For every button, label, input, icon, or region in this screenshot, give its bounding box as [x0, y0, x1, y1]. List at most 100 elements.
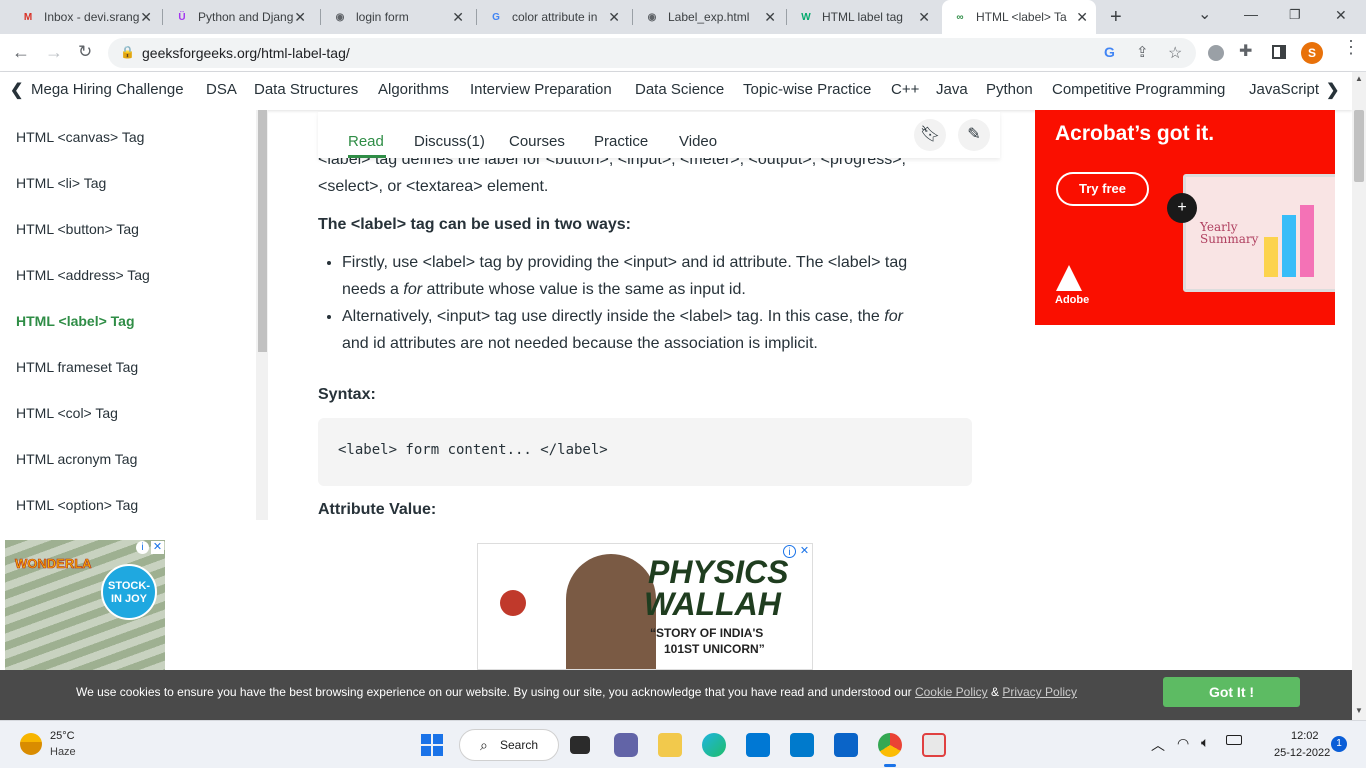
browser-tab[interactable]: Ü Python and Djang ✕	[164, 0, 314, 34]
back-icon[interactable]: ←	[12, 43, 30, 61]
wonderla-ad[interactable]: WONDERLA STOCK-IN JOY ✕ i	[5, 540, 165, 670]
side-panel-icon[interactable]	[1272, 45, 1286, 59]
mail-icon[interactable]	[834, 733, 858, 757]
browser-tab[interactable]: Gcolor attribute in ✕	[478, 0, 628, 34]
article-tab[interactable]: Courses	[509, 133, 565, 150]
browser-tab[interactable]: M Inbox - devi.srang ✕	[10, 0, 160, 34]
ad-close-icon[interactable]: ✕	[798, 545, 811, 558]
tab-close-icon[interactable]: ✕	[140, 9, 152, 26]
tab-close-icon[interactable]: ✕	[1076, 9, 1088, 26]
nav-item[interactable]: Mega Hiring Challenge	[31, 81, 184, 98]
nav-item[interactable]: JavaScript	[1249, 81, 1319, 98]
weather-desc[interactable]: Haze	[50, 746, 76, 758]
sidebar-item[interactable]: HTML <label> Tag	[16, 313, 135, 329]
tab-close-icon[interactable]: ✕	[608, 9, 620, 26]
nav-item[interactable]: Topic-wise Practice	[743, 81, 871, 98]
edit-pencil-icon[interactable]: ✎	[958, 119, 990, 151]
minimize-button[interactable]: —	[1244, 6, 1258, 22]
sidebar-item[interactable]: HTML acronym Tag	[16, 451, 137, 467]
tab-close-icon[interactable]: ✕	[452, 9, 464, 26]
article-tab[interactable]: Practice	[594, 133, 648, 150]
cookie-policy-link[interactable]: Cookie Policy	[915, 685, 988, 699]
ad-info-icon[interactable]: i	[783, 545, 796, 558]
microsoft-store-icon[interactable]	[746, 733, 770, 757]
chrome-icon[interactable]	[878, 733, 902, 757]
lock-icon[interactable]: 🔒	[120, 45, 135, 59]
edge-icon[interactable]	[702, 733, 726, 757]
sidebar-item[interactable]: HTML <button> Tag	[16, 221, 139, 237]
new-tab-button[interactable]: +	[1110, 6, 1122, 29]
sidebar-item[interactable]: HTML <li> Tag	[16, 175, 106, 191]
adobe-ad[interactable]: Acrobat’s got it. Try free Yearly Summar…	[1035, 110, 1335, 325]
sidebar-item[interactable]: HTML <col> Tag	[16, 405, 118, 421]
tab-search-icon[interactable]: ⌄	[1198, 4, 1211, 24]
nav-item[interactable]: Algorithms	[378, 81, 449, 98]
weather-icon[interactable]	[20, 733, 42, 755]
show-hidden-icons-chevron-icon[interactable]: ︿	[1151, 735, 1165, 755]
google-lens-icon[interactable]: G	[1104, 44, 1115, 60]
sidebar-item[interactable]: HTML <address> Tag	[16, 267, 150, 283]
start-windows-icon[interactable]	[421, 734, 443, 756]
scroll-up-arrow-icon[interactable]: ▲	[1355, 74, 1363, 83]
extension-g-icon[interactable]	[1208, 45, 1224, 61]
scroll-down-arrow-icon[interactable]: ▼	[1355, 706, 1363, 715]
article-tab[interactable]: Discuss(1)	[414, 133, 485, 150]
volume-icon[interactable]: 🔈︎	[1201, 734, 1209, 751]
try-free-button[interactable]: Try free	[1056, 172, 1149, 206]
nav-item[interactable]: Interview Preparation	[470, 81, 612, 98]
nav-item[interactable]: DSA	[206, 81, 237, 98]
bookmark-icon[interactable]: 🔖︎	[914, 119, 946, 151]
teams-chat-icon[interactable]	[614, 733, 638, 757]
sidebar-item[interactable]: HTML <option> Tag	[16, 497, 138, 513]
clock-date[interactable]: 25-12-2022	[1274, 747, 1330, 759]
tab-close-icon[interactable]: ✕	[294, 9, 306, 26]
ad-info-icon[interactable]: i	[136, 541, 149, 554]
weather-temp[interactable]: 25°C	[50, 730, 75, 742]
share-icon[interactable]: ⇪	[1136, 43, 1149, 61]
browser-tab[interactable]: ∞ HTML <label> Ta ✕	[942, 0, 1096, 34]
battery-icon[interactable]	[1226, 735, 1242, 745]
address-bar[interactable]: 🔒 geeksforgeeks.org/html-label-tag/ G ⇪ …	[108, 38, 1196, 68]
restore-button[interactable]: ❐	[1289, 7, 1301, 23]
got-it-button[interactable]: Got It !	[1163, 677, 1300, 707]
reload-icon[interactable]: ↻	[78, 43, 92, 60]
browser-tab[interactable]: W HTML label tag ✕	[788, 0, 938, 34]
nav-item[interactable]: C++	[891, 81, 919, 98]
task-view-icon[interactable]	[570, 736, 590, 754]
forward-icon[interactable]: →	[45, 43, 63, 61]
privacy-policy-link[interactable]: Privacy Policy	[1002, 685, 1077, 699]
nav-item[interactable]: Data Structures	[254, 81, 358, 98]
url-text[interactable]: geeksforgeeks.org/html-label-tag/	[142, 45, 350, 61]
profile-avatar[interactable]: S	[1301, 42, 1323, 64]
notification-badge[interactable]: 1	[1331, 736, 1347, 752]
nav-item[interactable]: Data Science	[635, 81, 724, 98]
close-window-button[interactable]: ✕	[1335, 7, 1347, 24]
ad-close-icon[interactable]: ✕	[151, 541, 164, 554]
page-scrollbar-thumb[interactable]	[1354, 110, 1364, 182]
nav-item[interactable]: Competitive Programming	[1052, 81, 1225, 98]
search-box[interactable]: ⌕ Search	[459, 729, 559, 761]
browser-tab[interactable]: ◉ login form ✕	[322, 0, 472, 34]
nav-scroll-left-icon[interactable]: ❮	[10, 80, 23, 100]
vscode-icon[interactable]	[790, 733, 814, 757]
sidebar-item[interactable]: HTML frameset Tag	[16, 359, 138, 375]
tab-close-icon[interactable]: ✕	[918, 9, 930, 26]
article-tab[interactable]: Read	[348, 133, 384, 150]
physics-wallah-ad[interactable]: PHYSICS WALLAH “STORY OF INDIA'S 101ST U…	[477, 543, 813, 670]
nav-item[interactable]: Python	[986, 81, 1033, 98]
menu-dots-icon[interactable]: ⋮	[1342, 38, 1360, 56]
tab-title: Python and Djang	[198, 10, 294, 24]
nav-item[interactable]: Java	[936, 81, 968, 98]
clock-time[interactable]: 12:02	[1291, 730, 1319, 742]
sidebar-item[interactable]: HTML <canvas> Tag	[16, 129, 144, 145]
extensions-puzzle-icon[interactable]: ✚	[1239, 44, 1252, 60]
browser-tab[interactable]: ◉ Label_exp.html ✕	[634, 0, 784, 34]
file-explorer-icon[interactable]	[658, 733, 682, 757]
sidebar-scrollbar-thumb[interactable]	[258, 110, 267, 352]
nav-scroll-right-icon[interactable]: ❯	[1326, 80, 1339, 100]
snipping-tool-icon[interactable]	[922, 733, 946, 757]
bookmark-star-icon[interactable]: ☆	[1168, 43, 1182, 63]
wifi-icon[interactable]: ◠	[1177, 735, 1189, 752]
tab-close-icon[interactable]: ✕	[764, 9, 776, 26]
article-tab[interactable]: Video	[679, 133, 717, 150]
